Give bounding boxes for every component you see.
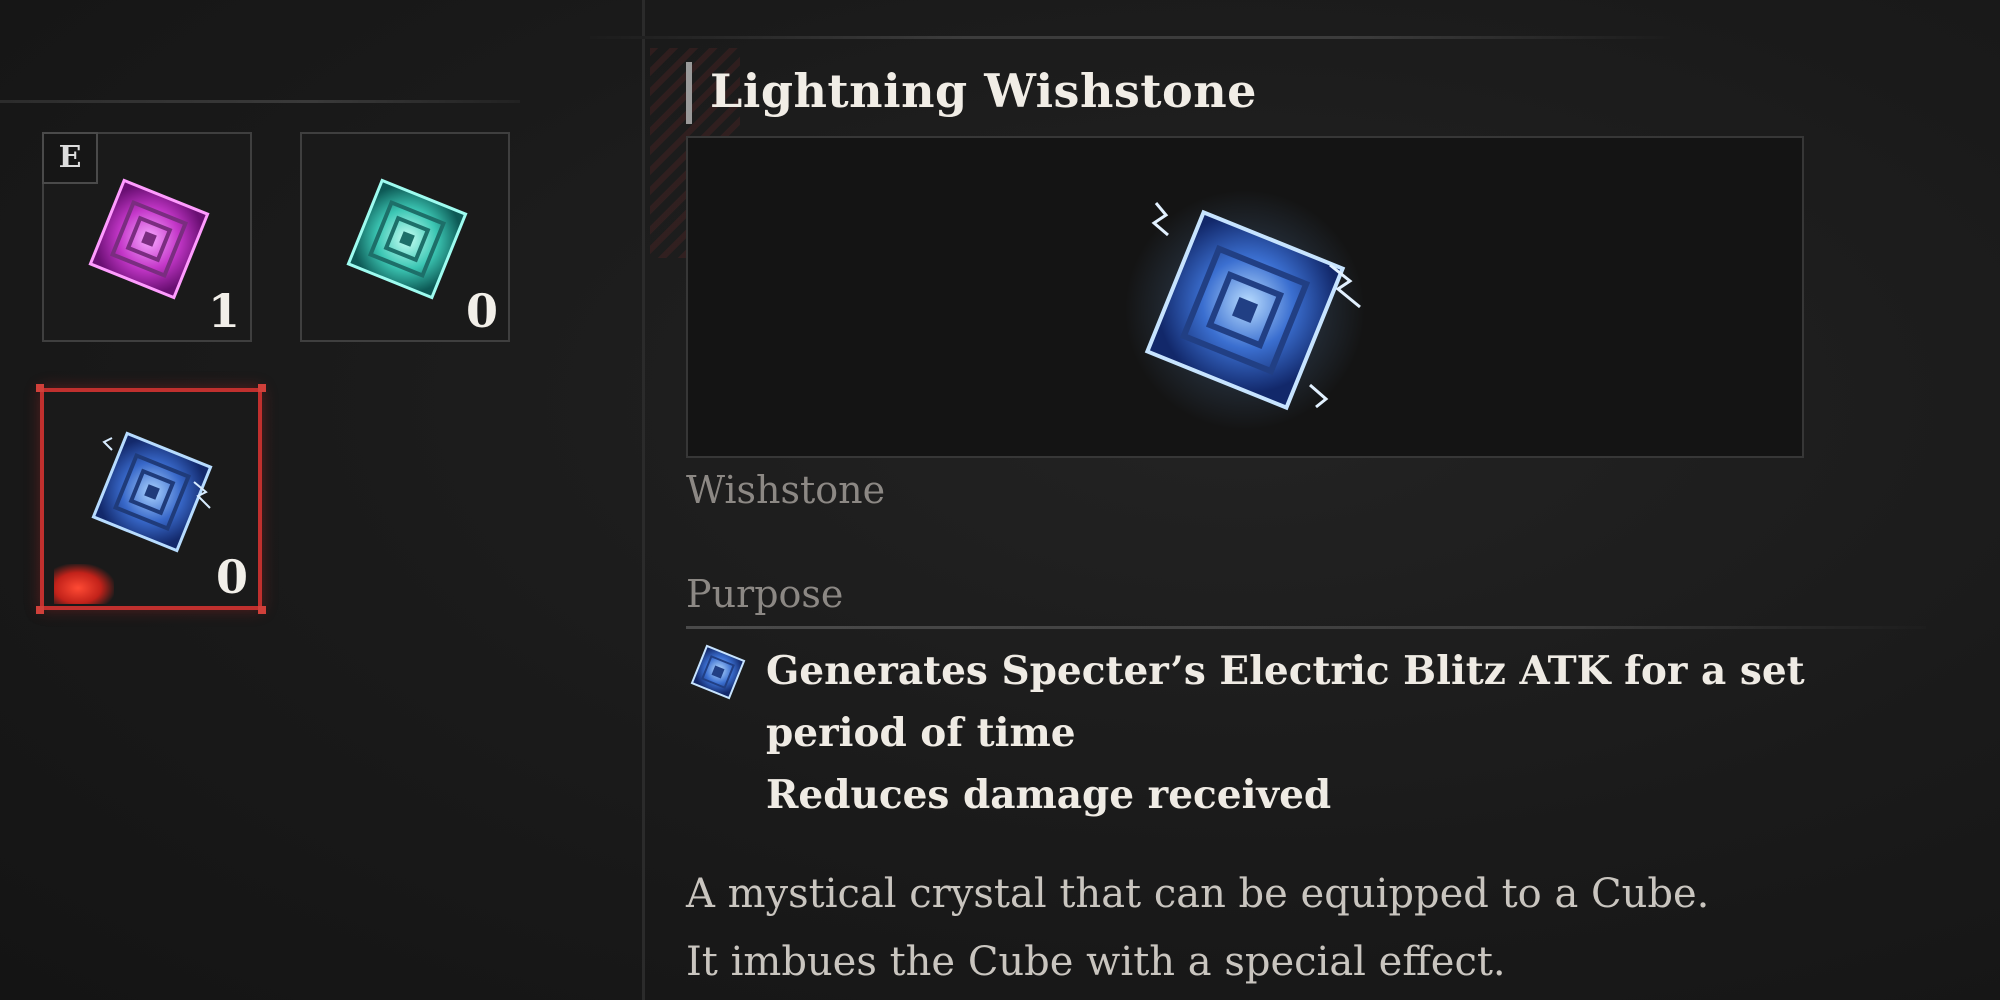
wishstone-teal-icon [346,178,468,300]
lightning-wishstone-preview-icon [1125,190,1365,430]
lightning-wishstone-icon [91,431,213,553]
item-title: Lightning Wishstone [710,64,1257,118]
item-count: 0 [465,284,498,338]
wishstone-magenta-icon [88,178,210,300]
item-description: A mystical crystal that can be equipped … [686,860,1709,996]
selection-corner [36,384,44,392]
purpose-heading: Purpose [686,572,844,616]
item-count: 1 [207,284,240,338]
description-line: It imbues the Cube with a special effect… [686,939,1506,985]
item-category: Wishstone [686,468,886,512]
panel-divider [642,0,645,1000]
equipped-badge: E [42,132,98,184]
detail-top-divider [590,36,1670,39]
effect-line: Generates Specter’s Electric Blitz ATK f… [766,648,1805,694]
flame-effect-icon [54,564,114,604]
inventory-slot-teal-wishstone[interactable]: 0 [300,132,510,342]
selection-corner [258,384,266,392]
description-line: A mystical crystal that can be equipped … [686,871,1710,917]
inventory-top-divider [0,100,520,103]
effect-line: period of time [766,710,1076,756]
lightning-wishstone-small-icon [690,644,746,700]
inventory-slot-lightning-wishstone[interactable]: 0 [36,384,266,614]
purpose-divider [686,626,1926,629]
selection-corner [258,606,266,614]
item-count: 0 [215,550,248,604]
item-effects: Generates Specter’s Electric Blitz ATK f… [766,640,1805,826]
effect-line: Reduces damage received [766,772,1332,818]
game-screen: E 1 0 0 Lightning Wishstone Wishstone Pu… [0,0,2000,1000]
selection-corner [36,606,44,614]
title-accent-bar [686,62,692,124]
inventory-slot-magenta-wishstone[interactable]: E 1 [42,132,252,342]
